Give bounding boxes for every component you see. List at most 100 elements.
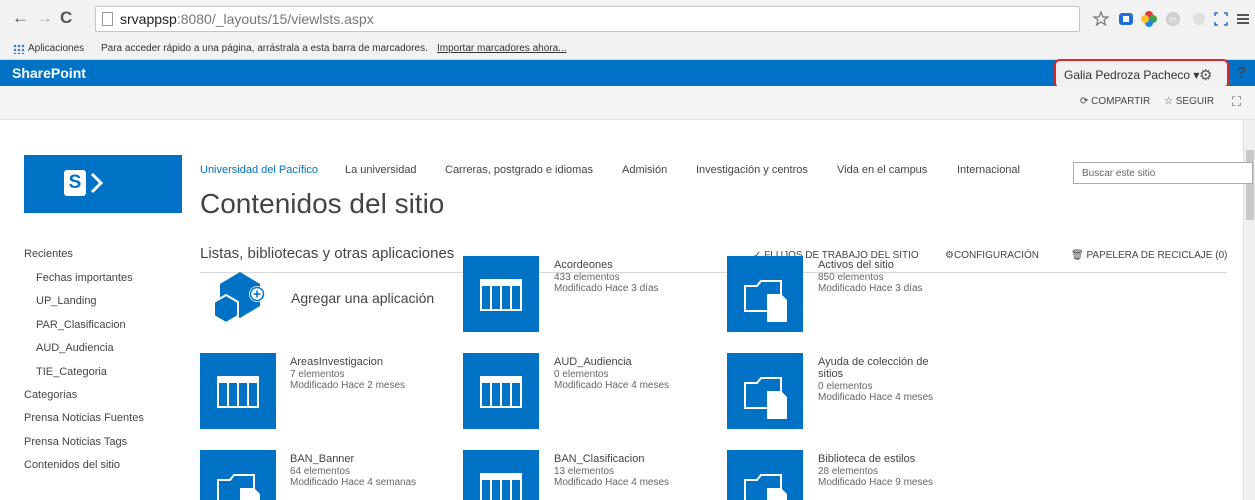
list-icon	[217, 376, 259, 408]
tile-count: 850 elementos	[818, 272, 884, 283]
tile-name[interactable]: Ayuda de colección de sitios	[818, 356, 953, 380]
app-tile-ayuda[interactable]	[727, 353, 803, 429]
tile-name[interactable]: BAN_Banner	[290, 453, 416, 465]
app-tile-acordeones[interactable]	[463, 256, 539, 332]
site-logo[interactable]: S	[24, 155, 182, 213]
tile-name[interactable]: Activos del sitio	[818, 259, 923, 271]
tile-modified: Modificado Hace 2 meses	[290, 380, 406, 391]
help-icon[interactable]: ?	[1237, 64, 1246, 81]
browser-chrome: ← → C srvappsp:8080/_layouts/15/viewlsts…	[0, 0, 1255, 60]
app-tile-biblioteca-estilos[interactable]	[727, 450, 803, 500]
bookmarks-bar: Aplicaciones Para acceder rápido a una p…	[0, 38, 1255, 60]
app-tile-aud-audiencia[interactable]	[463, 353, 539, 429]
extension-icon[interactable]	[1117, 10, 1135, 28]
profile-icon[interactable]: m	[1164, 10, 1182, 28]
leftnav-item-aud-audiencia[interactable]: AUD_Audiencia	[36, 342, 114, 354]
user-menu-highlight: Galia Pedroza Pacheco ▾ ⚙	[1054, 59, 1229, 89]
topnav-item-investigacion[interactable]: Investigación y centros	[696, 164, 808, 176]
tile-modified: Modificado Hace 4 meses	[554, 477, 670, 488]
follow-button[interactable]: ☆ SEGUIR	[1164, 96, 1214, 107]
topnav-item-la-universidad[interactable]: La universidad	[345, 164, 417, 176]
tile-info-areasinvestigacion: AreasInvestigacion 7 elementos Modificad…	[290, 356, 405, 391]
leftnav-item-par-clasificacion[interactable]: PAR_Clasificacion	[36, 319, 126, 331]
tile-count: 13 elementos	[554, 466, 615, 477]
logo-arrow-icon	[90, 172, 104, 194]
topnav-item-carreras[interactable]: Carreras, postgrado e idiomas	[445, 164, 593, 176]
leftnav-item-prensa-tags[interactable]: Prensa Noticias Tags	[24, 436, 127, 448]
page-icon	[102, 12, 113, 26]
tile-modified: Modificado Hace 4 semanas	[290, 477, 417, 488]
tile-info-ban-banner: BAN_Banner 64 elementos Modificado Hace …	[290, 453, 416, 488]
tile-name[interactable]: AreasInvestigacion	[290, 356, 405, 368]
tile-info-ban-clasificacion: BAN_Clasificacion 13 elementos Modificad…	[554, 453, 669, 488]
tile-name[interactable]: Acordeones	[554, 259, 659, 271]
user-menu[interactable]: Galia Pedroza Pacheco ▾	[1064, 68, 1199, 82]
library-icon	[217, 474, 260, 500]
tile-count: 433 elementos	[554, 272, 620, 283]
recycle-bin-icon: 🗑	[1071, 250, 1087, 261]
import-bookmarks-link[interactable]: Importar marcadores ahora...	[437, 43, 567, 54]
apps-grid-icon[interactable]	[13, 44, 25, 54]
back-arrow-icon[interactable]: ←	[12, 9, 29, 26]
tile-info-acordeones: Acordeones 433 elementos Modificado Hace…	[554, 259, 659, 294]
tile-name[interactable]: BAN_Clasificacion	[554, 453, 669, 465]
svg-text:m: m	[1169, 15, 1177, 24]
app-tile-areasinvestigacion[interactable]	[200, 353, 276, 429]
settings-link[interactable]: ⚙CONFIGURACIÓN	[945, 250, 1039, 261]
topnav-item-admision[interactable]: Admisión	[622, 164, 667, 176]
fullscreen-icon[interactable]	[1212, 10, 1230, 28]
search-placeholder: Buscar este sitio	[1082, 168, 1156, 179]
tile-modified: Modificado Hace 4 meses	[818, 392, 934, 403]
topnav-item-universidad[interactable]: Universidad del Pacífico	[200, 164, 318, 176]
apps-link[interactable]: Aplicaciones	[28, 43, 84, 54]
bookmarks-hint: Para acceder rápido a una página, arrást…	[101, 43, 428, 54]
leftnav-item-tie-categoria[interactable]: TIE_Categoria	[36, 366, 107, 378]
app-tile-ban-banner[interactable]	[200, 450, 276, 500]
app-tile-activos[interactable]	[727, 256, 803, 332]
recycle-bin-link[interactable]: 🗑 PAPELERA DE RECICLAJE (0)	[1071, 250, 1227, 261]
leftnav-item-fechas[interactable]: Fechas importantes	[36, 272, 133, 284]
list-icon	[480, 376, 522, 408]
tile-info-activos: Activos del sitio 850 elementos Modifica…	[818, 259, 923, 294]
address-bar[interactable]: srvappsp:8080/_layouts/15/viewlsts.aspx	[95, 6, 1080, 32]
section-title: Listas, bibliotecas y otras aplicaciones	[200, 245, 455, 262]
leftnav-item-prensa-fuentes[interactable]: Prensa Noticias Fuentes	[24, 412, 144, 424]
tile-modified: Modificado Hace 3 días	[818, 283, 923, 294]
address-url: srvappsp:8080/_layouts/15/viewlsts.aspx	[120, 11, 374, 27]
cast-icon[interactable]	[1190, 10, 1208, 28]
reload-icon[interactable]: C	[60, 9, 72, 26]
tile-count: 28 elementos	[818, 466, 879, 477]
color-wheel-icon[interactable]	[1140, 10, 1158, 28]
scrollbar-thumb[interactable]	[1246, 150, 1254, 220]
leftnav-item-categorias[interactable]: Categorias	[24, 389, 77, 401]
gear-icon[interactable]: ⚙	[1199, 66, 1212, 84]
share-button[interactable]: ⟳ COMPARTIR	[1080, 96, 1150, 107]
tile-count: 7 elementos	[290, 369, 345, 380]
gear-icon: ⚙	[945, 250, 954, 261]
sharepoint-brand[interactable]: SharePoint	[12, 65, 86, 81]
share-icon: ⟳	[1080, 96, 1092, 107]
leftnav-item-contenidos[interactable]: Contenidos del sitio	[24, 459, 120, 471]
library-icon	[744, 474, 787, 500]
site-search-input[interactable]: Buscar este sitio	[1073, 162, 1253, 184]
app-tile-ban-clasificacion[interactable]	[463, 450, 539, 500]
menu-icon[interactable]	[1234, 10, 1252, 28]
list-icon	[480, 279, 522, 311]
topnav-item-vida[interactable]: Vida en el campus	[837, 164, 927, 176]
forward-arrow-icon[interactable]: →	[36, 9, 53, 26]
focus-content-icon[interactable]: ⛶	[1232, 94, 1241, 110]
tile-name[interactable]: AUD_Audiencia	[554, 356, 669, 368]
add-app-link[interactable]: Agregar una aplicación	[291, 290, 434, 306]
leftnav-item-recientes[interactable]: Recientes	[24, 248, 73, 260]
tile-modified: Modificado Hace 4 meses	[554, 380, 670, 391]
page-title: Contenidos del sitio	[200, 188, 445, 219]
leftnav-item-up-landing[interactable]: UP_Landing	[36, 295, 97, 307]
add-app-icon[interactable]	[210, 268, 276, 330]
tile-name[interactable]: Biblioteca de estilos	[818, 453, 933, 465]
topnav-item-internacional[interactable]: Internacional	[957, 164, 1020, 176]
bookmark-star-icon[interactable]	[1092, 10, 1110, 28]
tile-modified: Modificado Hace 9 meses	[818, 477, 934, 488]
list-icon	[480, 473, 522, 500]
section-divider	[200, 272, 1227, 273]
ribbon: ⟳ COMPARTIR ☆ SEGUIR ⛶	[0, 86, 1255, 120]
